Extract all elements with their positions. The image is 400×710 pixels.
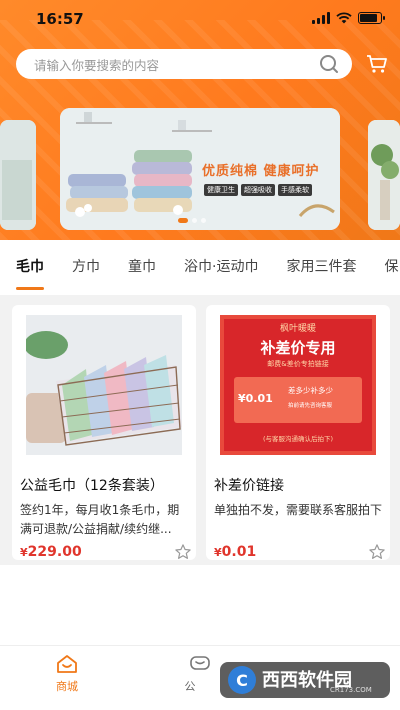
price-value: 229.00 [27, 544, 82, 560]
image-heading: 补差价专用 [260, 339, 336, 357]
product-description: 单独拍不发，需要联系客服拍下 [214, 503, 383, 517]
product-grid: 公益毛巾（12条套装） 签约1年，每月收1条毛巾，期满可退款/公益捐献/续约继.… [0, 295, 400, 565]
image-footer: (与客服沟通确认后拍下) [262, 435, 334, 443]
favorite-star-icon[interactable] [174, 543, 192, 560]
banner-prev-slide[interactable] [0, 120, 36, 230]
product-title: 公益毛巾（12条套装） [20, 478, 164, 494]
towel-image [0, 120, 36, 230]
banner-tag: 手感柔软 [278, 184, 312, 196]
search-bar[interactable]: 请输入你要搜索的内容 [16, 49, 352, 79]
chat-icon [190, 656, 210, 670]
image-ticket: ¥0.01 差多少补多少 拍前请先咨询客服 [234, 377, 362, 423]
product-description: 签约1年，每月收1条毛巾，期满可退款/公益捐献/续约继... [20, 503, 180, 536]
search-input[interactable]: 请输入你要搜索的内容 [34, 55, 318, 74]
plant-image [368, 120, 400, 230]
image-brand: 枫叶暖暖 [279, 324, 316, 334]
wifi-icon [336, 12, 352, 24]
product-price: ¥0.01 [214, 544, 256, 560]
svg-text:C: C [236, 671, 248, 690]
banner-main-slide[interactable]: 优质纯棉 健康呵护 健康卫生 超强吸收 手感柔软 [60, 108, 340, 230]
banner-title: 优质纯棉 健康呵护 [202, 164, 320, 179]
status-icons [312, 12, 385, 24]
status-bar: 16:57 [0, 0, 400, 40]
currency-symbol: ¥ [214, 546, 222, 559]
nav-label: 商城 [56, 680, 78, 693]
cart-icon[interactable] [366, 54, 388, 74]
tab-bath-sport-towel[interactable]: 浴巾·运动巾 [184, 256, 258, 280]
banner-tag: 超强吸收 [241, 184, 275, 196]
currency-symbol: ¥ [20, 546, 28, 559]
ticket-note: 拍前请先咨询客服 [288, 403, 333, 409]
tab-square-towel[interactable]: 方巾 [72, 256, 100, 280]
image-subheading: 邮费&差价专拍链接 [267, 360, 329, 368]
watermark-sub: CR173.COM [330, 686, 372, 694]
signal-icon [312, 12, 330, 24]
product-image: 枫叶暖暖 补差价专用 邮费&差价专拍链接 ¥0.01 差多少补多少 拍前请先咨询… [220, 315, 376, 455]
watermark-logo: C 西西软件园 CR173.COM [220, 660, 390, 700]
tab-more[interactable]: 保 [384, 256, 398, 280]
banner-next-slide[interactable] [368, 120, 400, 230]
category-tabs: 毛巾 方巾 童巾 浴巾·运动巾 家用三件套 保 [0, 240, 400, 295]
tab-towel[interactable]: 毛巾 [16, 256, 44, 290]
tab-home-set[interactable]: 家用三件套 [286, 256, 356, 280]
product-title: 补差价链接 [214, 478, 284, 494]
banner-tags: 健康卫生 超强吸收 手感柔软 [204, 184, 312, 196]
favorite-star-icon[interactable] [368, 543, 386, 560]
ticket-label: 差多少补多少 [288, 386, 333, 395]
product-card[interactable]: 枫叶暖暖 补差价专用 邮费&差价专拍链接 ¥0.01 差多少补多少 拍前请先咨询… [206, 305, 390, 560]
status-time: 16:57 [36, 10, 84, 28]
product-image [26, 315, 182, 455]
content-area-blank [0, 565, 400, 645]
towel-basket-image [26, 315, 182, 455]
battery-icon [358, 12, 385, 24]
home-icon [57, 655, 77, 673]
ticket-price: ¥0.01 [238, 392, 273, 405]
nav-item-mall[interactable]: 商城 [37, 654, 97, 694]
tab-kids-towel[interactable]: 童巾 [128, 256, 156, 280]
product-price: ¥229.00 [20, 544, 82, 560]
product-card[interactable]: 公益毛巾（12条套装） 签约1年，每月收1条毛巾，期满可退款/公益捐献/续约继.… [12, 305, 196, 560]
banner-tag: 健康卫生 [204, 184, 238, 196]
price-value: 0.01 [221, 544, 257, 560]
carousel-indicator [178, 218, 206, 223]
search-icon[interactable] [318, 53, 340, 75]
nav-label: 公 [184, 680, 196, 693]
